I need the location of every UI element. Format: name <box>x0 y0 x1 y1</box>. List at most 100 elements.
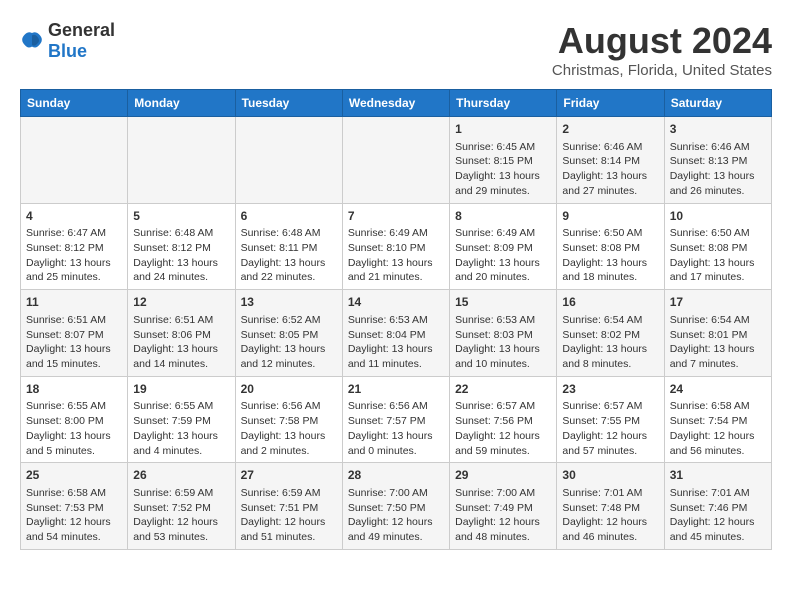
day-number: 4 <box>26 208 122 225</box>
day-number: 18 <box>26 381 122 398</box>
day-info: and 54 minutes. <box>26 530 122 545</box>
day-info: Daylight: 13 hours <box>133 342 229 357</box>
day-info: Sunrise: 6:53 AM <box>348 313 444 328</box>
day-number: 17 <box>670 294 766 311</box>
day-info: Sunrise: 6:51 AM <box>133 313 229 328</box>
day-number: 28 <box>348 467 444 484</box>
day-info: Sunrise: 7:00 AM <box>348 486 444 501</box>
day-info: Daylight: 12 hours <box>670 515 766 530</box>
day-number: 25 <box>26 467 122 484</box>
day-cell-17: 17 Sunrise: 6:54 AMSunset: 8:01 PMDayligh… <box>664 290 771 377</box>
page-header: General Blue August 2024 Christmas, Flor… <box>20 20 772 79</box>
header-sunday: Sunday <box>21 90 128 117</box>
day-cell-24: 24Sunrise: 6:58 AMSunset: 7:54 PMDayligh… <box>664 376 771 463</box>
week-row-3: 11Sunrise: 6:51 AMSunset: 8:07 PMDayligh… <box>21 290 772 377</box>
day-info: Sunset: 8:11 PM <box>241 241 337 256</box>
day-info: and 5 minutes. <box>26 444 122 459</box>
day-cell-8: 8Sunrise: 6:49 AMSunset: 8:09 PMDaylight… <box>450 203 557 290</box>
day-cell-2: 2Sunrise: 6:46 AMSunset: 8:14 PMDaylight… <box>557 117 664 204</box>
day-info: Sunrise: 6:50 AM <box>562 226 658 241</box>
day-info: Sunset: 7:54 PM <box>670 414 766 429</box>
day-info: Daylight: 13 hours <box>26 429 122 444</box>
day-cell-13: 13Sunrise: 6:52 AMSunset: 8:05 PMDayligh… <box>235 290 342 377</box>
day-info: and 27 minutes. <box>562 184 658 199</box>
day-info: Daylight: 12 hours <box>670 429 766 444</box>
day-number: 15 <box>455 294 551 311</box>
day-cell-27: 27Sunrise: 6:59 AMSunset: 7:51 PMDayligh… <box>235 463 342 550</box>
empty-cell <box>235 117 342 204</box>
day-info: Daylight: 13 hours <box>348 342 444 357</box>
day-cell-6: 6Sunrise: 6:48 AMSunset: 8:11 PMDaylight… <box>235 203 342 290</box>
day-info: Sunset: 7:57 PM <box>348 414 444 429</box>
day-info: Sunrise: 6:53 AM <box>455 313 551 328</box>
day-info: Daylight: 13 hours <box>241 429 337 444</box>
day-cell-4: 4Sunrise: 6:47 AMSunset: 8:12 PMDaylight… <box>21 203 128 290</box>
day-info: Sunrise: 6:55 AM <box>133 399 229 414</box>
day-cell-15: 15 Sunrise: 6:53 AMSunset: 8:03 PMDayligh… <box>450 290 557 377</box>
week-row-2: 4Sunrise: 6:47 AMSunset: 8:12 PMDaylight… <box>21 203 772 290</box>
day-info: Daylight: 13 hours <box>455 169 551 184</box>
day-info: Sunrise: 6:54 AM <box>670 313 766 328</box>
day-cell-21: 21Sunrise: 6:56 AMSunset: 7:57 PMDayligh… <box>342 376 449 463</box>
day-cell-12: 12Sunrise: 6:51 AMSunset: 8:06 PMDayligh… <box>128 290 235 377</box>
day-info: Daylight: 13 hours <box>241 342 337 357</box>
day-info: and 7 minutes. <box>670 357 766 372</box>
header-wednesday: Wednesday <box>342 90 449 117</box>
logo-blue: Blue <box>48 41 87 61</box>
day-info: Sunset: 8:01 PM <box>670 328 766 343</box>
day-number: 11 <box>26 294 122 311</box>
day-info: Sunset: 7:49 PM <box>455 501 551 516</box>
day-number: 26 <box>133 467 229 484</box>
day-cell-29: 29Sunrise: 7:00 AMSunset: 7:49 PMDayligh… <box>450 463 557 550</box>
day-info: and 17 minutes. <box>670 270 766 285</box>
header-friday: Friday <box>557 90 664 117</box>
day-info: Daylight: 13 hours <box>670 256 766 271</box>
day-info: Sunrise: 6:59 AM <box>241 486 337 501</box>
day-info: and 10 minutes. <box>455 357 551 372</box>
logo-general: General <box>48 20 115 40</box>
calendar-header-row: SundayMondayTuesdayWednesdayThursdayFrid… <box>21 90 772 117</box>
day-info: Sunset: 8:02 PM <box>562 328 658 343</box>
day-info: Daylight: 13 hours <box>455 342 551 357</box>
day-info: and 59 minutes. <box>455 444 551 459</box>
day-info: and 25 minutes. <box>26 270 122 285</box>
empty-cell <box>21 117 128 204</box>
day-info: Sunset: 8:00 PM <box>26 414 122 429</box>
day-number: 14 <box>348 294 444 311</box>
day-cell-25: 25Sunrise: 6:58 AMSunset: 7:53 PMDayligh… <box>21 463 128 550</box>
day-info: and 45 minutes. <box>670 530 766 545</box>
day-info: Daylight: 13 hours <box>562 342 658 357</box>
day-info: and 56 minutes. <box>670 444 766 459</box>
header-tuesday: Tuesday <box>235 90 342 117</box>
day-info: and 14 minutes. <box>133 357 229 372</box>
day-info: and 11 minutes. <box>348 357 444 372</box>
day-number: 1 <box>455 121 551 138</box>
day-info: Sunset: 8:08 PM <box>670 241 766 256</box>
day-info: Daylight: 13 hours <box>348 256 444 271</box>
day-info: Daylight: 13 hours <box>455 256 551 271</box>
day-info: Sunrise: 6:58 AM <box>26 486 122 501</box>
day-info: and 46 minutes. <box>562 530 658 545</box>
day-cell-18: 18Sunrise: 6:55 AMSunset: 8:00 PMDayligh… <box>21 376 128 463</box>
day-info: and 49 minutes. <box>348 530 444 545</box>
day-info: Sunset: 8:03 PM <box>455 328 551 343</box>
day-number: 3 <box>670 121 766 138</box>
day-info: and 57 minutes. <box>562 444 658 459</box>
day-cell-20: 20Sunrise: 6:56 AMSunset: 7:58 PMDayligh… <box>235 376 342 463</box>
day-number: 27 <box>241 467 337 484</box>
day-info: Daylight: 13 hours <box>670 342 766 357</box>
day-info: Sunset: 7:46 PM <box>670 501 766 516</box>
day-info: and 2 minutes. <box>241 444 337 459</box>
day-number: 13 <box>241 294 337 311</box>
day-info: and 22 minutes. <box>241 270 337 285</box>
logo-text: General Blue <box>48 20 115 62</box>
day-info: Sunrise: 6:58 AM <box>670 399 766 414</box>
day-info: Sunset: 8:04 PM <box>348 328 444 343</box>
day-number: 9 <box>562 208 658 225</box>
week-row-5: 25Sunrise: 6:58 AMSunset: 7:53 PMDayligh… <box>21 463 772 550</box>
day-info: Sunset: 8:12 PM <box>26 241 122 256</box>
day-info: Sunrise: 6:49 AM <box>455 226 551 241</box>
day-info: Daylight: 13 hours <box>670 169 766 184</box>
day-info: Sunrise: 6:49 AM <box>348 226 444 241</box>
day-info: and 15 minutes. <box>26 357 122 372</box>
